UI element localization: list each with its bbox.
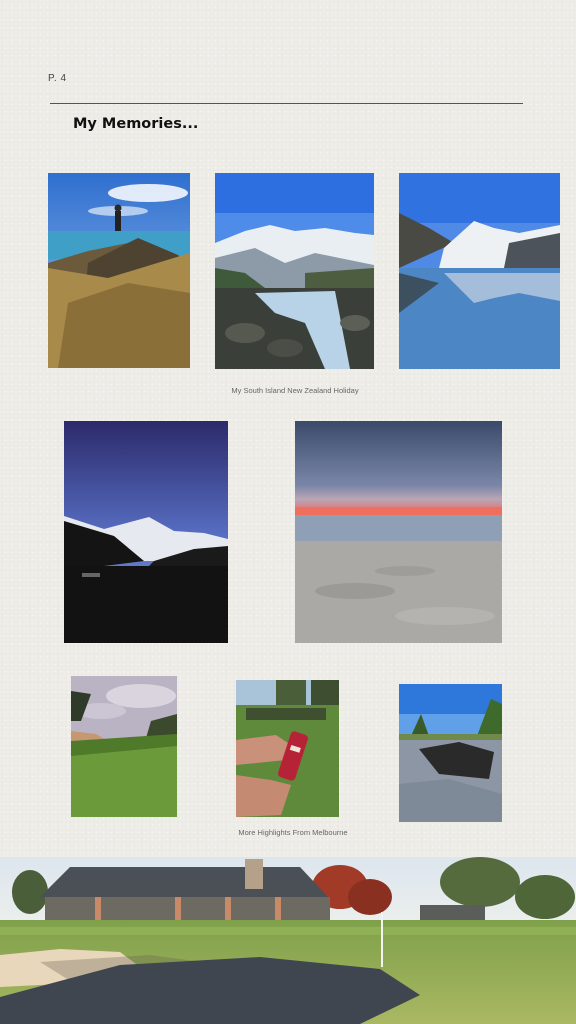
photo-drink-can-lawn bbox=[236, 680, 339, 817]
photo-mountain-river bbox=[215, 173, 374, 369]
photo-mountain-lake-reflection bbox=[399, 173, 560, 369]
page-title: My Memories... bbox=[73, 116, 199, 132]
photo-beach-sunset bbox=[295, 421, 502, 643]
caption-melbourne-highlights: More Highlights From Melbourne bbox=[238, 828, 348, 837]
banner-golf-clubhouse bbox=[0, 857, 576, 1024]
header-divider bbox=[50, 103, 523, 104]
caption-nz-holiday: My South Island New Zealand Holiday bbox=[231, 386, 359, 395]
page-number: P. 4 bbox=[48, 73, 67, 84]
photo-golf-course-dunes bbox=[71, 676, 177, 817]
photo-coastal-hiker bbox=[48, 173, 190, 368]
photo-dusk-mountain bbox=[64, 421, 228, 643]
photo-charred-rocks bbox=[399, 684, 502, 822]
